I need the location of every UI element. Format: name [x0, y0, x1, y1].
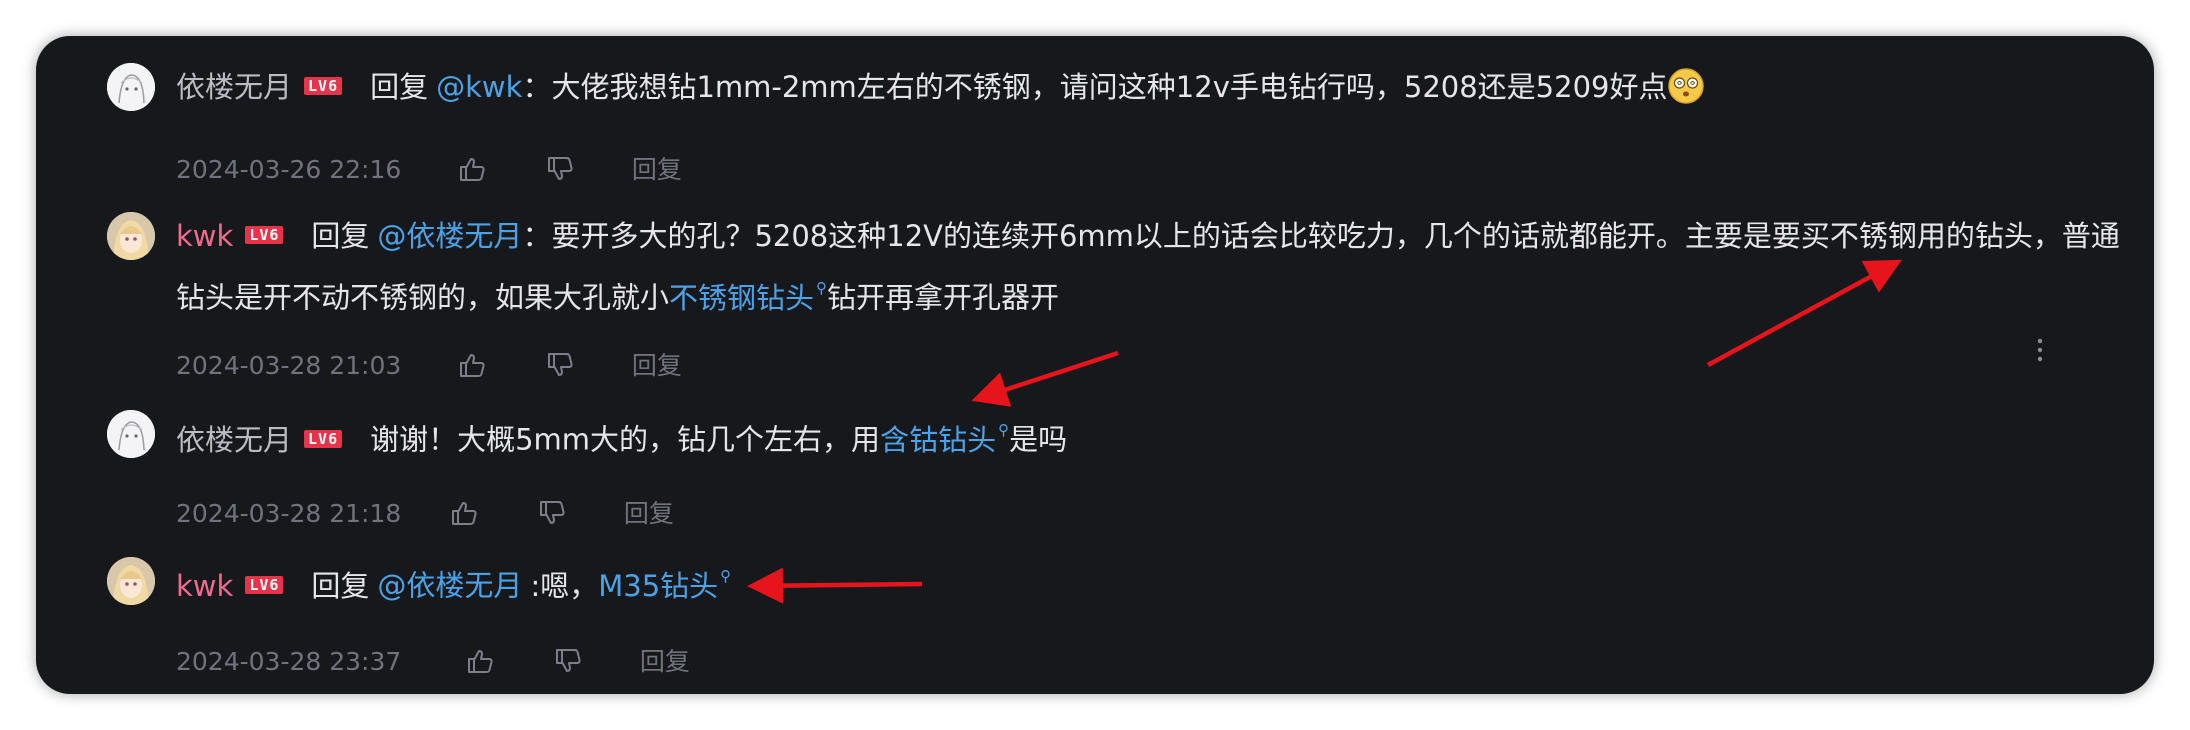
keyword-search-link[interactable]: 不锈钢钻头 ⚲: [669, 279, 828, 315]
level-badge: LV6: [304, 77, 343, 95]
comment-text-tail: 钻开再拿开孔器开: [827, 280, 1060, 315]
thumbs-up-icon[interactable]: [456, 153, 490, 187]
thumbs-up-icon[interactable]: [448, 497, 482, 531]
dizzy-face-emoji-icon: [1667, 67, 1705, 105]
reply-word: 回复: [311, 568, 370, 603]
thumbs-down-icon[interactable]: [536, 497, 570, 531]
comment-text: ：大佬我想钻1mm-2mm左右的不锈钢，请问这种12v手电钻行吗，5208还是5…: [522, 70, 1668, 104]
comment-meta: 2024-03-28 21:03 回复: [176, 345, 682, 385]
comment-content: kwk LV6 回复 @依楼无月:嗯，M35钻头 ⚲: [176, 552, 2124, 614]
timestamp: 2024-03-26 22:16: [176, 155, 402, 184]
comment-content: 依楼无月 LV6 回复 @kwk：大佬我想钻1mm-2mm左右的不锈钢，请问这种12v…: [176, 59, 2124, 115]
comment-content: 依楼无月 LV6 谢谢！大概5mm大的，钻几个左右，用含钴钻头 ⚲是吗: [176, 406, 2124, 468]
thumbs-down-icon[interactable]: [544, 153, 578, 187]
timestamp: 2024-03-28 21:18: [176, 499, 402, 528]
search-link-icon: ⚲: [720, 567, 732, 585]
username[interactable]: 依楼无月: [176, 70, 292, 104]
keyword-search-link[interactable]: 含钴钻头 ⚲: [880, 421, 1010, 457]
thumbs-up-icon[interactable]: [464, 645, 498, 679]
level-badge: LV6: [245, 575, 284, 594]
reply-word: 回复: [311, 219, 370, 253]
keyword-search-link-text[interactable]: 含钴钻头: [880, 423, 996, 457]
comment-text-tail: 是吗: [1009, 422, 1068, 457]
avatar[interactable]: [107, 557, 155, 605]
annotation-arrow: [971, 350, 1119, 407]
thumbs-down-icon[interactable]: [552, 645, 586, 679]
search-link-icon: ⚲: [816, 279, 828, 297]
timestamp: 2024-03-28 21:03: [176, 351, 402, 380]
comment-text: :嗯，: [530, 568, 599, 603]
mention-link[interactable]: @依楼无月: [377, 219, 522, 253]
level-badge: LV6: [304, 429, 343, 448]
comment-text: 谢谢！大概5mm大的，钻几个左右，用: [370, 422, 881, 457]
more-vertical-icon[interactable]: [2034, 335, 2046, 365]
mention-link[interactable]: @kwk: [436, 70, 522, 104]
avatar[interactable]: [107, 212, 155, 260]
keyword-search-link-text[interactable]: M35钻头: [598, 569, 718, 603]
level-badge: LV6: [245, 226, 284, 244]
username[interactable]: kwk: [176, 569, 233, 603]
mention-link[interactable]: @依楼无月: [377, 569, 522, 603]
timestamp: 2024-03-28 23:37: [176, 647, 402, 676]
search-link-icon: ⚲: [998, 421, 1010, 439]
reply-button[interactable]: 回复: [632, 150, 682, 190]
comment-meta: 2024-03-28 21:18 回复: [176, 493, 674, 533]
comment-thread: 依楼无月 LV6 回复 @kwk：大佬我想钻1mm-2mm左右的不锈钢，请问这种12v…: [36, 36, 2154, 694]
username[interactable]: kwk: [176, 219, 233, 253]
thumbs-up-icon[interactable]: [456, 349, 490, 383]
comment-meta: 2024-03-28 23:37 回复: [176, 641, 690, 681]
thumbs-down-icon[interactable]: [544, 349, 578, 383]
username[interactable]: 依楼无月: [176, 423, 292, 457]
comment-content: kwk LV6 回复 @依楼无月：要开多大的孔？5208这种12V的连续开6mm以上的…: [176, 208, 2124, 326]
comment-meta: 2024-03-26 22:16 回复: [176, 149, 682, 189]
reply-button[interactable]: 回复: [632, 346, 682, 386]
keyword-search-link-text[interactable]: 不锈钢钻头: [669, 281, 814, 315]
keyword-search-link[interactable]: M35钻头 ⚲: [598, 567, 732, 603]
reply-button[interactable]: 回复: [624, 494, 674, 534]
reply-button[interactable]: 回复: [640, 642, 690, 682]
avatar[interactable]: [107, 63, 155, 111]
reply-word: 回复: [370, 70, 429, 104]
avatar[interactable]: [107, 410, 155, 458]
